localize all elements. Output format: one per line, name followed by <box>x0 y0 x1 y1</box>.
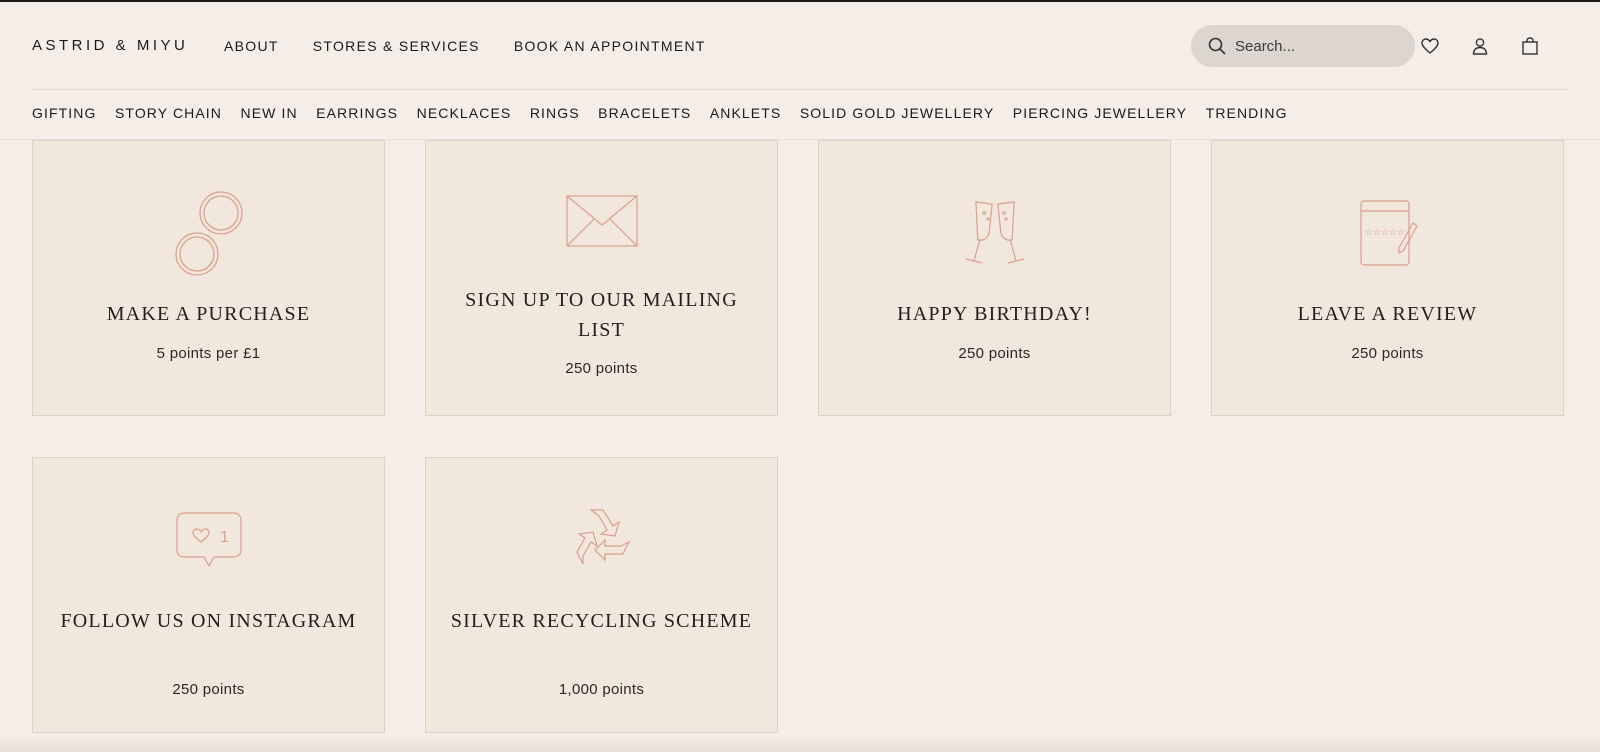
nav-stores-services[interactable]: STORES & SERVICES <box>313 38 480 54</box>
bag-icon[interactable] <box>1520 36 1540 56</box>
brand-logo[interactable]: ASTRID & MIYU <box>32 37 188 54</box>
svg-text:☆☆☆☆☆: ☆☆☆☆☆ <box>1364 227 1404 237</box>
nav-book-appointment[interactable]: BOOK AN APPOINTMENT <box>514 38 706 54</box>
cat-anklets[interactable]: ANKLETS <box>710 105 782 121</box>
card-title: MAKE A PURCHASE <box>106 303 311 325</box>
like-count: 1 <box>220 529 229 546</box>
cat-necklaces[interactable]: NECKLACES <box>417 105 512 121</box>
reward-card-birthday: HAPPY BIRTHDAY! 250 points <box>818 140 1171 416</box>
primary-nav: ABOUT STORES & SERVICES BOOK AN APPOINTM… <box>224 38 706 54</box>
card-title: SIGN UP TO OUR MAILING LIST <box>465 289 738 341</box>
search-icon <box>1208 37 1226 55</box>
site-header: ASTRID & MIYU ABOUT STORES & SERVICES BO… <box>32 0 1568 90</box>
card-points: 250 points <box>172 681 245 698</box>
review-notepad-icon: ☆☆☆☆☆ <box>1359 200 1418 266</box>
reward-card-mailing-list: SIGN UP TO OUR MAILING LIST 250 points <box>425 140 778 416</box>
cat-gifting[interactable]: GIFTING <box>32 105 96 121</box>
card-title: FOLLOW US ON INSTAGRAM <box>60 610 357 632</box>
cat-bracelets[interactable]: BRACELETS <box>598 105 691 121</box>
cat-rings[interactable]: RINGS <box>530 105 580 121</box>
champagne-icon <box>965 201 1024 264</box>
cat-earrings[interactable]: EARRINGS <box>316 105 398 121</box>
envelope-icon <box>565 195 638 247</box>
cat-piercing-jewellery[interactable]: PIERCING JEWELLERY <box>1013 105 1187 121</box>
recycle-icon <box>575 509 630 565</box>
card-points: 250 points <box>1351 345 1424 362</box>
user-icon[interactable] <box>1470 36 1490 56</box>
card-points: 1,000 points <box>558 681 645 698</box>
heart-icon[interactable] <box>1420 36 1440 56</box>
search-box[interactable] <box>1191 25 1415 67</box>
search-input[interactable] <box>1235 25 1405 67</box>
reward-card-recycling: SILVER RECYCLING SCHEME 1,000 points <box>425 457 778 733</box>
card-title: LEAVE A REVIEW <box>1297 303 1478 325</box>
bottom-shadow <box>0 734 1600 752</box>
reward-card-purchase: MAKE A PURCHASE 5 points per £1 <box>32 140 385 416</box>
card-title: SILVER RECYCLING SCHEME <box>450 610 753 632</box>
nav-about[interactable]: ABOUT <box>224 38 279 54</box>
category-nav: GIFTING STORY CHAIN NEW IN EARRINGS NECK… <box>32 105 1288 121</box>
hoop-earrings-icon <box>174 191 243 276</box>
reward-card-instagram: 1 FOLLOW US ON INSTAGRAM 250 points <box>32 457 385 733</box>
cat-solid-gold-jewellery[interactable]: SOLID GOLD JEWELLERY <box>800 105 994 121</box>
instagram-like-icon: 1 <box>175 512 242 568</box>
cat-new-in[interactable]: NEW IN <box>241 105 298 121</box>
card-title: HAPPY BIRTHDAY! <box>897 303 1092 325</box>
card-points: 250 points <box>565 360 638 377</box>
reward-card-review: ☆☆☆☆☆ LEAVE A REVIEW 250 points <box>1211 140 1564 416</box>
cat-trending[interactable]: TRENDING <box>1206 105 1288 121</box>
cat-story-chain[interactable]: STORY CHAIN <box>115 105 222 121</box>
card-points: 250 points <box>958 345 1031 362</box>
card-points: 5 points per £1 <box>156 345 261 362</box>
